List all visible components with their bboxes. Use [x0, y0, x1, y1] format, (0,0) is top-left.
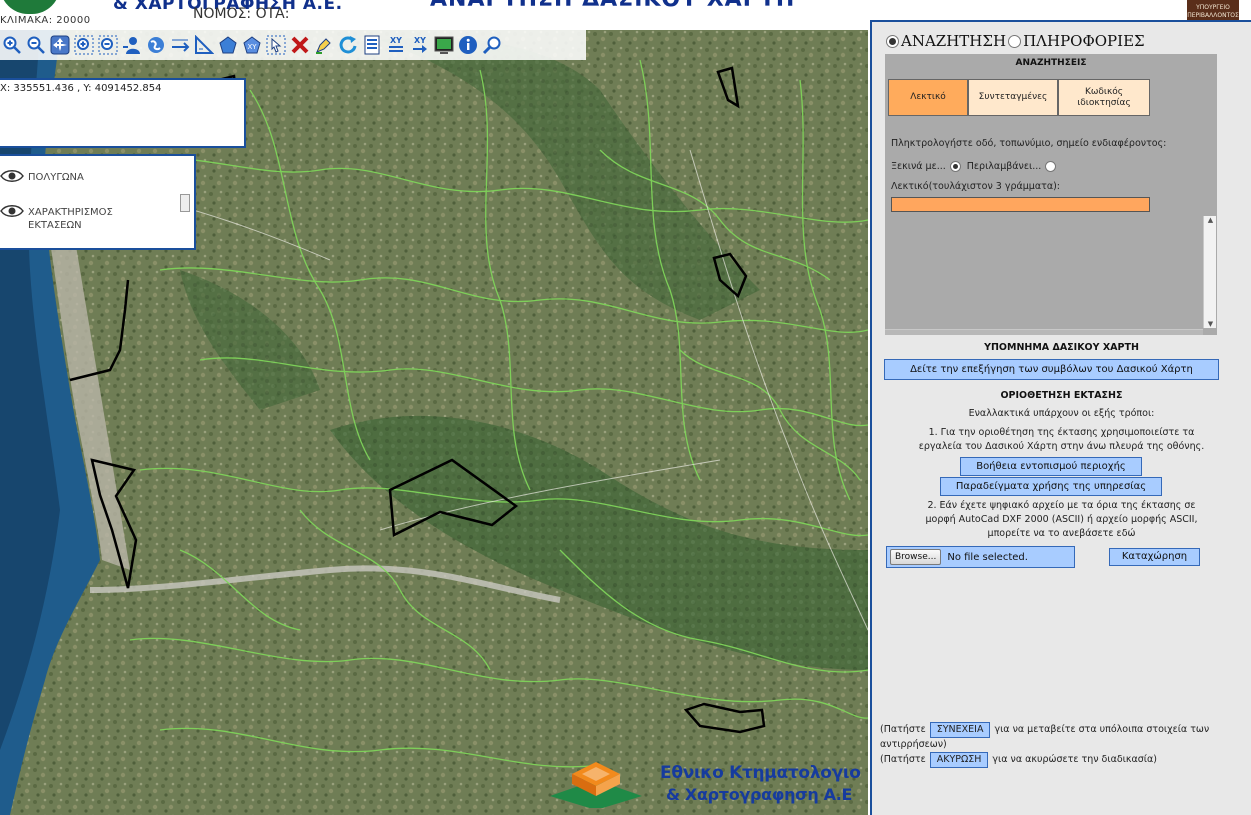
- contains-label: Περιλαμβάνει...: [966, 161, 1042, 172]
- match-mode-row: Ξεκινά με... Περιλαμβάνει...: [891, 161, 1062, 172]
- xy-export-icon[interactable]: XY: [409, 33, 431, 57]
- tab-lektiko[interactable]: Λεκτικό: [888, 79, 968, 116]
- eye-icon[interactable]: [0, 168, 24, 184]
- coordinates-panel: X: 335551.436 , Y: 4091452.854: [0, 78, 246, 148]
- help-locate-area-button[interactable]: Βοήθεια εντοπισμού περιοχής: [960, 457, 1142, 476]
- layers-panel: ΠΟΛΥΓΩΝΑ ΧΑΡΑΚΤΗΡΙΣΜΟΣ ΕΚΤΑΣΕΩΝ: [0, 154, 196, 250]
- search-locate-icon[interactable]: [481, 33, 503, 57]
- coordinates-readout: X: 335551.436 , Y: 4091452.854: [0, 83, 162, 94]
- layer-row-characterization[interactable]: ΧΑΡΑΚΤΗΡΙΣΜΟΣ ΕΚΤΑΣΕΩΝ: [0, 203, 113, 232]
- search-title: ΑΝΑΖΗΤΗΣΕΙΣ: [1015, 58, 1087, 68]
- file-selected-text: No file selected.: [947, 551, 1028, 563]
- map-view[interactable]: XY XY XY X: 335551.436 , Y: 4091452.854 …: [0, 30, 868, 815]
- layer-label: ΠΟΛΥΓΩΝΑ: [28, 172, 84, 183]
- pan-icon[interactable]: [49, 33, 71, 57]
- lektiko-search-input[interactable]: [891, 197, 1150, 212]
- tab-coordinates[interactable]: Συντεταγμένες: [968, 79, 1058, 116]
- cancel-button[interactable]: ΑΚΥΡΩΣΗ: [929, 752, 989, 768]
- layers-scrollbar[interactable]: [180, 194, 190, 212]
- watermark-line-1: Εθνικο Κτηματολογιο: [660, 763, 861, 783]
- radio-info[interactable]: [1008, 34, 1022, 48]
- legend-icon[interactable]: [361, 33, 383, 57]
- radio-search-label[interactable]: ΑΝΑΖΗΤΗΣΗ: [901, 32, 1006, 50]
- starts-with-label: Ξεκινά με...: [891, 161, 946, 172]
- search-prompt: Πληκτρολογήστε οδό, τοπωνύμιο, σημείο εν…: [891, 138, 1167, 149]
- lektiko-label: Λεκτικό(τουλάχιστον 3 γράμματα):: [891, 181, 1060, 192]
- select-icon[interactable]: [265, 33, 287, 57]
- print-screen-icon[interactable]: [433, 33, 455, 57]
- full-extent-icon[interactable]: [145, 33, 167, 57]
- svg-text:XY: XY: [247, 43, 257, 51]
- usage-examples-button[interactable]: Παραδείγματα χρήσης της υπηρεσίας: [940, 477, 1162, 496]
- ministry-logo: ΥΠΟΥΡΓΕΙΟ ΠΕΡΙΒΑΛΛΟΝΤΟΣ: [1187, 0, 1239, 22]
- ktimatologio-logo-icon: [0, 0, 60, 14]
- boundary-section-title: ΟΡΙΟΘΕΤΗΣΗ ΕΚΤΑΣΗΣ: [1000, 390, 1123, 401]
- draw-edit-icon[interactable]: [313, 33, 335, 57]
- layer-label: ΧΑΡΑΚΤΗΡΙΣΜΟΣ ΕΚΤΑΣΕΩΝ: [28, 207, 113, 231]
- radio-starts-with[interactable]: [949, 161, 961, 172]
- svg-text:XY: XY: [390, 36, 402, 45]
- scroll-up-icon[interactable]: ▲: [1204, 216, 1217, 224]
- radio-contains[interactable]: [1045, 161, 1057, 172]
- legend-explanation-button[interactable]: Δείτε την επεξήγηση των συμβόλων του Δασ…: [884, 359, 1219, 380]
- continue-button[interactable]: ΣΥΝΕΧΕΙΑ: [929, 722, 991, 738]
- side-panel: ΑΝΑΖΗΤΗΣΗ ΠΛΗΡΟΦΟΡΙΕΣ ΑΝΑΖΗΤΗΣΕΙΣ Λεκτικ…: [870, 20, 1251, 815]
- file-upload-field[interactable]: Browse... No file selected.: [886, 546, 1075, 568]
- svg-text:XY: XY: [414, 36, 426, 45]
- boundary-step-2: 2. Εάν έχετε ψηφιακό αρχείο με τα όρια τ…: [925, 500, 1198, 539]
- continue-prefix: (Πατήστε: [880, 724, 926, 735]
- mode-radio-group: ΑΝΑΖΗΤΗΣΗ ΠΛΗΡΟΦΟΡΙΕΣ: [886, 32, 1147, 50]
- zoom-out-icon[interactable]: [25, 33, 47, 57]
- radio-info-label[interactable]: ΠΛΗΡΟΦΟΡΙΕΣ: [1023, 32, 1145, 50]
- go-to-xy-icon[interactable]: XY: [241, 33, 263, 57]
- cancel-suffix: για να ακυρώσετε την διαδικασία): [992, 754, 1157, 765]
- eye-icon[interactable]: [0, 203, 24, 219]
- clear-icon[interactable]: [289, 33, 311, 57]
- xy-list-icon[interactable]: XY: [385, 33, 407, 57]
- nomos-ota-label: ΝΟΜΟΣ: ΟΤΑ:: [193, 6, 290, 22]
- register-button[interactable]: Καταχώρηση: [1109, 548, 1200, 566]
- search-tabs: Λεκτικό Συντεταγμένες Κωδικός ιδιοκτησία…: [888, 79, 1150, 116]
- scale-label: ΚΛΙΜΑΚΑ: 20000: [0, 15, 91, 26]
- measure-distance-icon[interactable]: [169, 33, 191, 57]
- zoom-box-out-icon[interactable]: [97, 33, 119, 57]
- ktimatologio-watermark: Εθνικο Κτηματολογιο & Χαρτογραφηση Α.Ε: [548, 748, 868, 812]
- measure-area-icon[interactable]: [217, 33, 239, 57]
- cancel-prefix: (Πατήστε: [880, 754, 926, 765]
- legend-section-title: ΥΠΟΜΝΗΜΑ ΔΑΣΙΚΟΥ ΧΑΡΤΗ: [984, 342, 1139, 353]
- ktimatologio-cube-icon: [550, 762, 642, 808]
- results-scrollbar[interactable]: ▲ ▼: [1203, 216, 1216, 328]
- radio-search[interactable]: [886, 34, 899, 48]
- identify-person-icon[interactable]: [121, 33, 143, 57]
- boundary-intro: Εναλλακτικά υπάρχουν οι εξής τρόποι:: [968, 408, 1155, 419]
- tab-property-code[interactable]: Κωδικός ιδιοκτησίας: [1058, 79, 1150, 116]
- measure-angle-icon[interactable]: [193, 33, 215, 57]
- app-root: & ΧΑΡΤΟΓΡΑΦΗΣΗ Α.Ε. ΚΛΙΜΑΚΑ: 20000 ΝΟΜΟΣ…: [0, 0, 1251, 815]
- boundary-step-1: 1. Για την οριοθέτηση της έκτασης χρησιμ…: [918, 427, 1205, 452]
- search-box: ΑΝΑΖΗΤΗΣΕΙΣ Λεκτικό Συντεταγμένες Κωδικό…: [885, 54, 1217, 335]
- scroll-down-icon[interactable]: ▼: [1204, 320, 1217, 328]
- zoom-box-in-icon[interactable]: [73, 33, 95, 57]
- browse-button[interactable]: Browse...: [890, 549, 942, 565]
- refresh-icon[interactable]: [337, 33, 359, 57]
- watermark-line-2: & Χαρτογραφηση Α.Ε: [666, 785, 853, 804]
- results-horizontal-scrollbar[interactable]: [885, 329, 1203, 335]
- continue-line: (Πατήστε ΣΥΝΕΧΕΙΑ για να μεταβείτε στα υπό…: [880, 722, 1250, 751]
- page-title: ΑΝΑΡΤΗΣΗ ΔΑΣΙΚΟΥ ΧΑΡΤΗ: [430, 0, 795, 12]
- map-toolbar: XY XY XY: [0, 30, 586, 60]
- cancel-line: (Πατήστε ΑΚΥΡΩΣΗ για να ακυρώσετε την διαδ…: [880, 752, 1250, 768]
- zoom-in-icon[interactable]: [1, 33, 23, 57]
- info-icon[interactable]: [457, 33, 479, 57]
- layer-row-polygons[interactable]: ΠΟΛΥΓΩΝΑ: [0, 168, 84, 184]
